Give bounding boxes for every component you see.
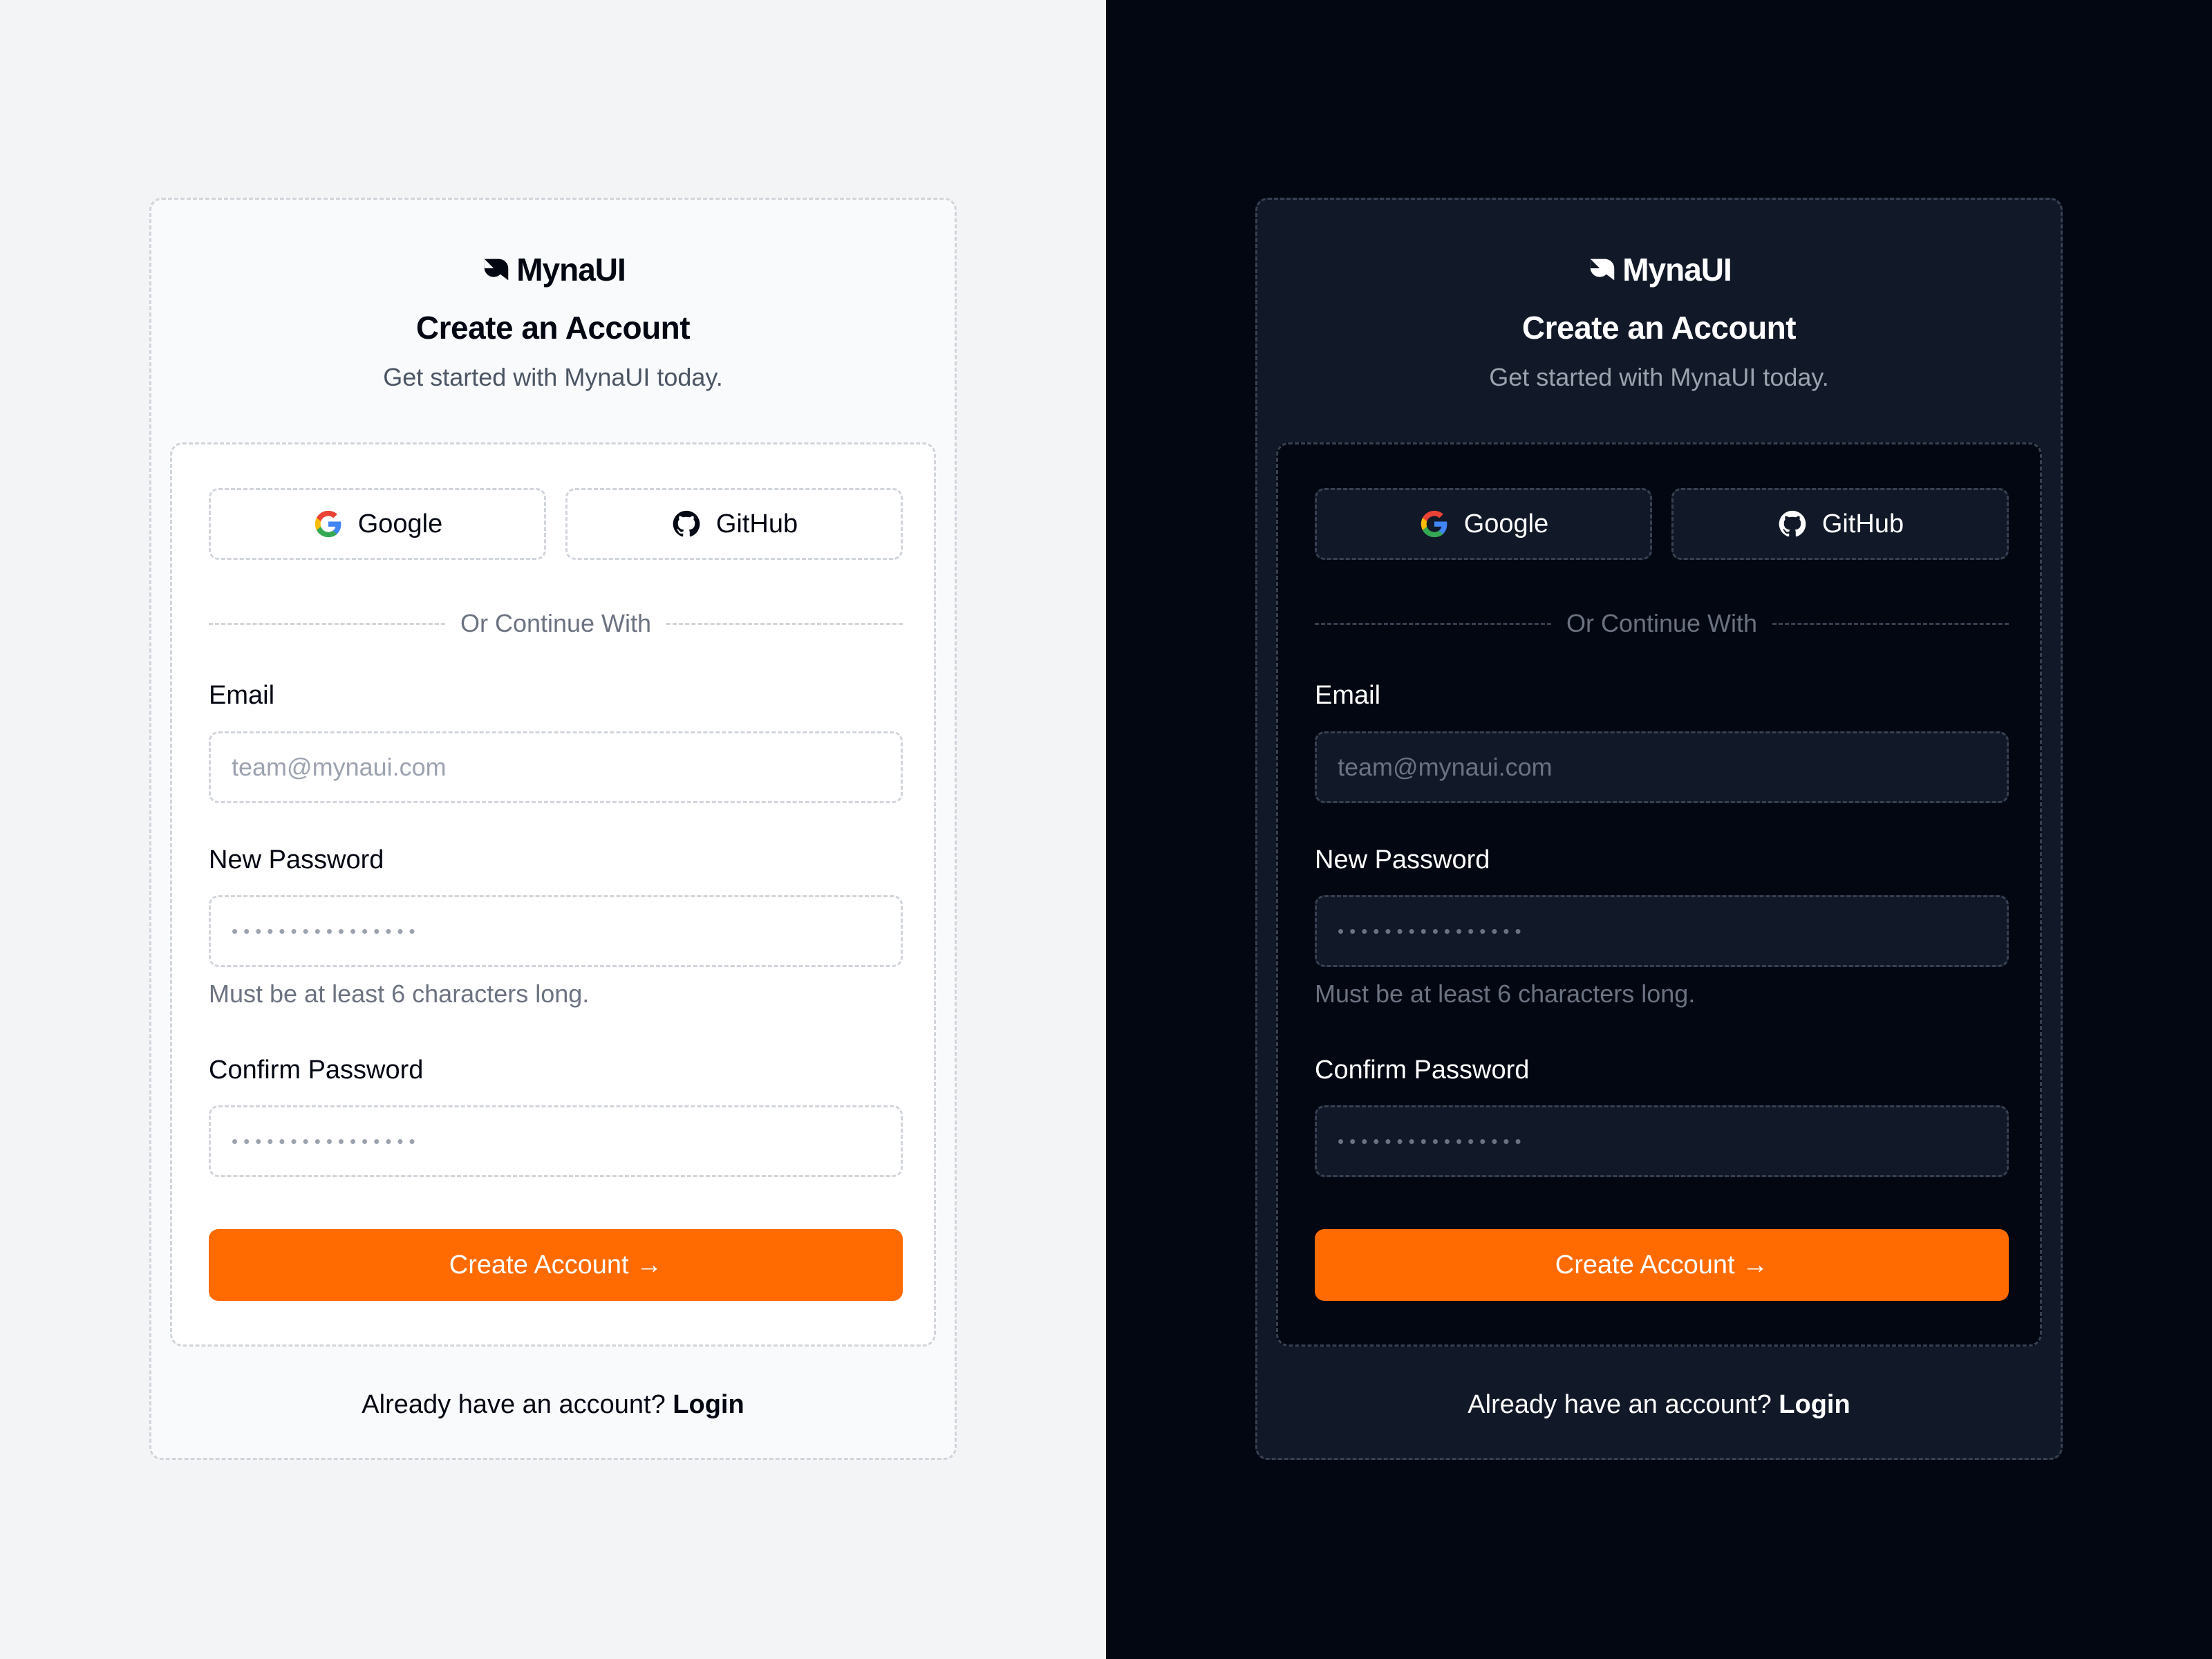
login-prompt-text: Already have an account? — [362, 1390, 666, 1419]
signup-card: MynaUI Create an Account Get started wit… — [149, 198, 957, 1460]
login-link[interactable]: Login — [673, 1390, 744, 1419]
confirm-password-value: •••••••••••••••• — [232, 1130, 421, 1152]
new-password-label: New Password — [1315, 845, 1490, 874]
email-label: Email — [209, 681, 275, 710]
login-prompt-text: Already have an account? — [1468, 1390, 1772, 1419]
confirm-password-value: •••••••••••••••• — [1338, 1130, 1527, 1152]
mynaui-logo-icon — [484, 259, 509, 281]
page-title: Create an Account — [415, 310, 691, 346]
github-icon — [673, 510, 700, 537]
github-signin-button[interactable]: GitHub — [565, 488, 903, 560]
brand-logo: MynaUI — [151, 251, 955, 288]
email-placeholder: team@mynaui.com — [232, 753, 447, 781]
divider-text: Or Continue With — [1566, 609, 1758, 637]
github-button-label: GitHub — [1821, 509, 1904, 538]
mynaui-logo-icon — [1590, 259, 1615, 281]
new-password-value: •••••••••••••••• — [1338, 920, 1527, 941]
or-divider: Or Continue With — [209, 606, 903, 641]
create-account-label: Create Account → — [449, 1250, 663, 1280]
confirm-password-field[interactable]: •••••••••••••••• — [209, 1105, 903, 1177]
google-signin-button[interactable]: Google — [1315, 488, 1652, 560]
google-button-label: Google — [1463, 509, 1549, 538]
email-label: Email — [1315, 681, 1381, 710]
confirm-password-label: Confirm Password — [209, 1056, 424, 1085]
create-account-button[interactable]: Create Account → — [1315, 1229, 2009, 1301]
signup-card: MynaUI Create an Account Get started wit… — [1255, 198, 2063, 1460]
divider-line-left — [1315, 622, 1551, 625]
login-prompt: Already have an account? Login — [151, 1390, 955, 1420]
google-icon — [1421, 510, 1447, 538]
email-placeholder: team@mynaui.com — [1338, 753, 1553, 781]
new-password-label: New Password — [209, 845, 384, 874]
confirm-password-field[interactable]: •••••••••••••••• — [1315, 1105, 2009, 1177]
or-divider: Or Continue With — [1315, 606, 2009, 641]
divider-line-right — [1772, 622, 2009, 625]
create-account-button[interactable]: Create Account → — [209, 1229, 903, 1301]
password-hint: Must be at least 6 characters long. — [209, 980, 590, 1008]
page-subtitle: Get started with MynaUI today. — [1489, 363, 1829, 391]
login-link[interactable]: Login — [1779, 1390, 1850, 1419]
password-hint: Must be at least 6 characters long. — [1315, 980, 1696, 1008]
signup-form: Google GitHub Or Continue With Email tea… — [1276, 442, 2042, 1347]
create-account-label: Create Account → — [1555, 1250, 1769, 1280]
new-password-field[interactable]: •••••••••••••••• — [1315, 895, 2009, 967]
page-subtitle: Get started with MynaUI today. — [383, 363, 723, 391]
new-password-value: •••••••••••••••• — [232, 920, 421, 941]
brand-logo: MynaUI — [1257, 251, 2061, 288]
signup-form: Google GitHub Or Continue With Email tea… — [170, 442, 936, 1347]
github-icon — [1779, 510, 1806, 537]
email-field[interactable]: team@mynaui.com — [209, 731, 903, 803]
divider-line-left — [209, 622, 445, 625]
brand-name: MynaUI — [516, 252, 626, 288]
new-password-field[interactable]: •••••••••••••••• — [209, 895, 903, 967]
email-field[interactable]: team@mynaui.com — [1315, 731, 2009, 803]
brand-name: MynaUI — [1622, 252, 1732, 288]
google-button-label: Google — [357, 509, 443, 538]
page-title: Create an Account — [1521, 310, 1797, 346]
divider-line-right — [666, 622, 903, 625]
dark-theme-panel: MynaUI Create an Account Get started wit… — [1106, 0, 2212, 1659]
github-signin-button[interactable]: GitHub — [1671, 488, 2009, 560]
google-signin-button[interactable]: Google — [209, 488, 546, 560]
google-icon — [315, 510, 341, 538]
login-prompt: Already have an account? Login — [1257, 1390, 2061, 1420]
confirm-password-label: Confirm Password — [1315, 1056, 1530, 1085]
divider-text: Or Continue With — [460, 609, 652, 637]
light-theme-panel: MynaUI Create an Account Get started wit… — [0, 0, 1106, 1659]
github-button-label: GitHub — [715, 509, 798, 538]
